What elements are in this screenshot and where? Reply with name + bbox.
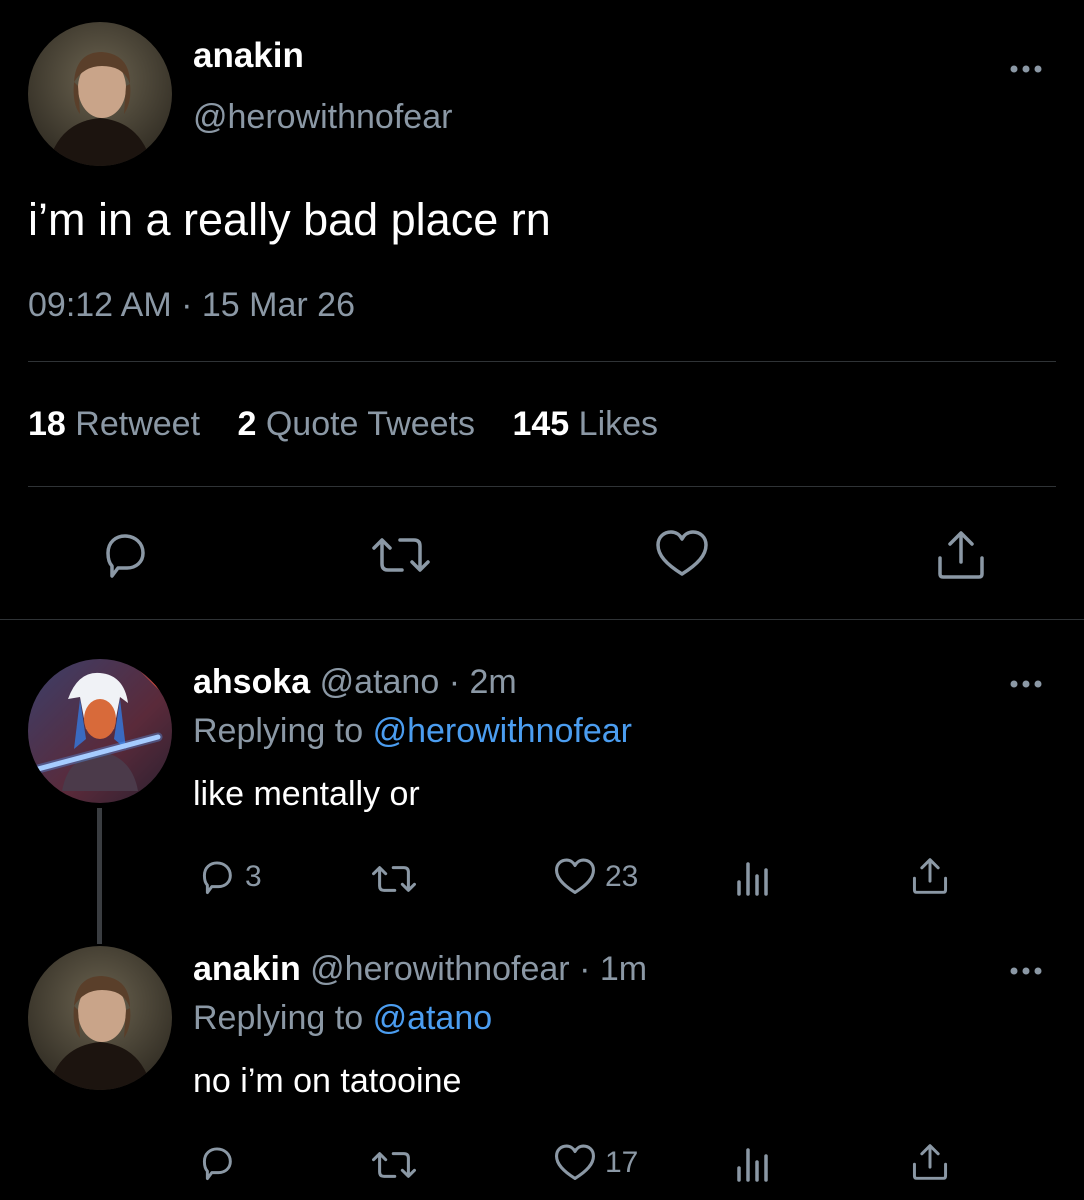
reply-icon xyxy=(202,1147,232,1181)
likes-label: Likes xyxy=(578,405,659,443)
replying-to-label: Replying to xyxy=(193,999,364,1037)
more-icon[interactable] xyxy=(1006,964,1046,978)
tweet-time: 09:12 AM xyxy=(28,286,172,324)
reply-text: like mentally or xyxy=(193,775,420,813)
retweet-icon xyxy=(372,866,416,892)
reply-icon xyxy=(106,534,145,578)
share-button[interactable] xyxy=(934,528,988,582)
author-handle[interactable]: @herowithnofear xyxy=(193,98,452,137)
likes-count: 145 xyxy=(512,405,570,443)
retweets-count: 18 xyxy=(28,405,66,443)
like-button[interactable]: 23 xyxy=(553,857,638,897)
reply-separator: · xyxy=(579,950,591,988)
replying-to-link[interactable]: @atano xyxy=(373,999,493,1037)
replying-to-label: Replying to xyxy=(193,712,364,750)
retweet-button[interactable] xyxy=(368,530,434,580)
like-count: 17 xyxy=(605,1146,639,1179)
analytics-button[interactable] xyxy=(735,860,771,896)
reply-author-handle[interactable]: @atano xyxy=(320,663,440,701)
share-icon xyxy=(912,1144,948,1180)
reply-author-handle[interactable]: @herowithnofear xyxy=(310,950,569,988)
replying-to-link[interactable]: @herowithnofear xyxy=(373,712,632,750)
divider-middle xyxy=(28,486,1056,487)
analytics-icon xyxy=(737,862,768,896)
reply-author-name[interactable]: anakin xyxy=(193,950,301,988)
reply-button[interactable] xyxy=(197,1144,245,1182)
retweet-button[interactable] xyxy=(369,860,427,898)
like-count: 23 xyxy=(605,860,639,893)
analytics-icon xyxy=(737,1148,768,1182)
tweet-stats: 18 Retweet 2 Quote Tweets 145 Likes xyxy=(28,405,658,444)
replying-to-line: Replying to @atano xyxy=(193,999,492,1038)
reply-icon xyxy=(202,861,232,895)
quotes-stat[interactable]: 2 Quote Tweets xyxy=(237,405,484,443)
reply-text: no i’m on tatooine xyxy=(193,1062,462,1100)
like-icon xyxy=(555,1144,595,1180)
timestamp-separator: · xyxy=(181,286,193,324)
retweets-label: Retweet xyxy=(75,405,201,443)
like-button[interactable]: 17 xyxy=(553,1143,638,1183)
share-icon xyxy=(938,531,984,579)
reply-separator: · xyxy=(448,663,461,701)
replying-to-line: Replying to @herowithnofear xyxy=(193,712,632,751)
retweet-icon xyxy=(372,1152,416,1178)
more-icon[interactable] xyxy=(1006,677,1046,691)
like-button[interactable] xyxy=(654,528,710,580)
tweet-text: i’m in a really bad place rn xyxy=(28,194,551,245)
share-icon xyxy=(912,858,948,894)
reply-header: anakin @herowithnofear · 1m xyxy=(193,950,647,989)
share-button[interactable] xyxy=(910,856,950,896)
reply-count: 3 xyxy=(245,860,262,893)
like-icon xyxy=(656,530,708,576)
reply-age: 1m xyxy=(599,950,648,988)
more-icon[interactable] xyxy=(1006,62,1046,76)
reply-button[interactable]: 3 xyxy=(197,858,262,896)
likes-stat[interactable]: 145 Likes xyxy=(512,405,658,443)
avatar-ahsoka[interactable] xyxy=(28,659,172,803)
divider-top xyxy=(28,361,1056,362)
tweet-date: 15 Mar 26 xyxy=(201,286,355,324)
author-name[interactable]: anakin xyxy=(193,36,304,76)
reply-thread-line xyxy=(97,808,102,944)
share-button[interactable] xyxy=(910,1142,950,1182)
quotes-label: Quote Tweets xyxy=(265,405,476,443)
reply-age: 2m xyxy=(469,663,517,701)
divider-bottom xyxy=(0,619,1084,620)
like-icon xyxy=(555,858,595,894)
retweets-stat[interactable]: 18 Retweet xyxy=(28,405,209,443)
reply-button[interactable] xyxy=(98,530,152,580)
retweet-button[interactable] xyxy=(369,1146,427,1184)
retweet-icon xyxy=(372,538,430,572)
avatar-anakin[interactable] xyxy=(28,946,172,1090)
quotes-count: 2 xyxy=(237,405,257,443)
tweet-timestamp: 09:12 AM · 15 Mar 26 xyxy=(28,286,355,325)
avatar-anakin[interactable] xyxy=(28,22,172,166)
analytics-button[interactable] xyxy=(735,1146,771,1182)
reply-author-name[interactable]: ahsoka xyxy=(193,663,310,701)
reply-header: ahsoka @atano · 2m xyxy=(193,663,517,702)
